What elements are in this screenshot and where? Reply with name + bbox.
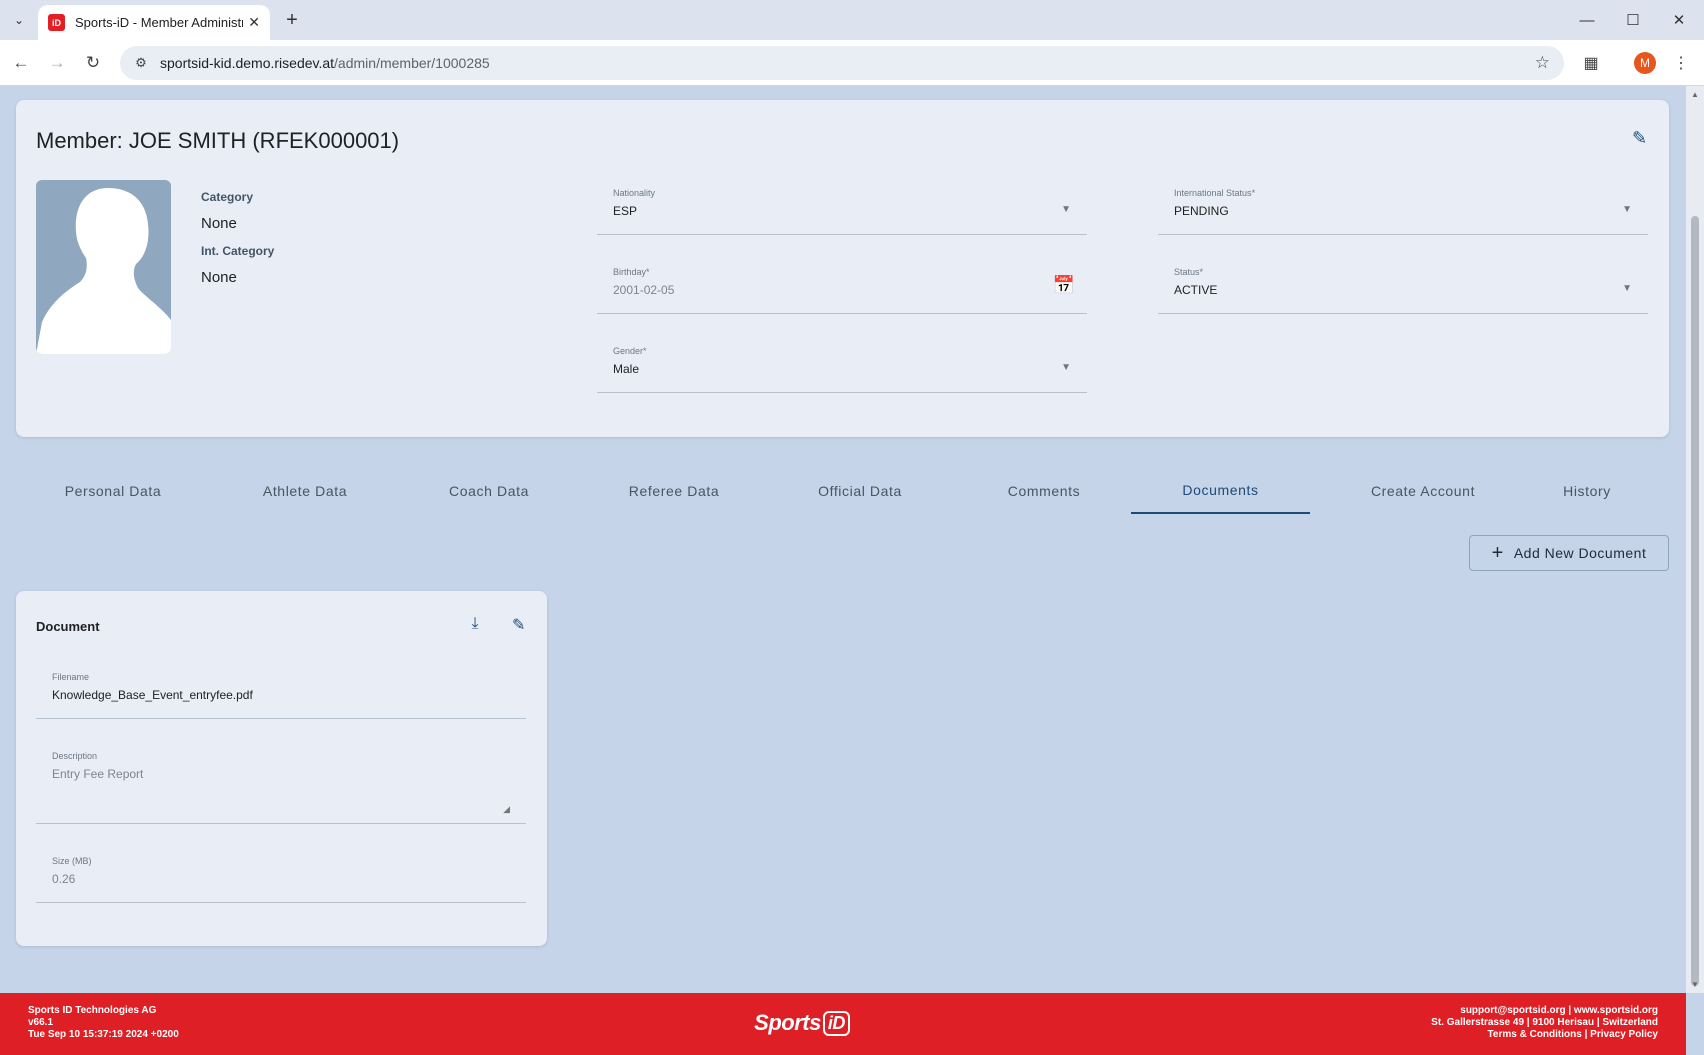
int-category-label: Int. Category xyxy=(201,244,275,258)
birthday-label: Birthday* xyxy=(613,267,650,277)
scroll-down-arrow-icon[interactable]: ▼ xyxy=(1691,980,1699,989)
tab-coach-data[interactable]: Coach Data xyxy=(412,468,566,514)
footer-company-info: Sports ID Technologies AG v66.1 Tue Sep … xyxy=(28,1005,179,1041)
page-scrollbar[interactable]: ▲ ▼ xyxy=(1686,86,1704,993)
status-select[interactable]: Status* ACTIVE ▼ xyxy=(1158,259,1648,314)
dropdown-arrow-icon[interactable]: ▼ xyxy=(1622,204,1632,215)
url-path: /admin/member/1000285 xyxy=(334,55,490,71)
favicon-icon: iD xyxy=(48,14,65,31)
resize-handle-icon[interactable]: ◢ xyxy=(503,804,510,815)
gender-label: Gender* xyxy=(613,346,647,356)
dropdown-arrow-icon[interactable]: ▼ xyxy=(1061,204,1071,215)
int-category-value: None xyxy=(201,269,237,286)
page-footer: Sports ID Technologies AG v66.1 Tue Sep … xyxy=(0,993,1686,1055)
silhouette-icon xyxy=(36,188,171,354)
minimize-window-button[interactable]: — xyxy=(1564,0,1610,40)
plus-icon: + xyxy=(1491,542,1504,564)
forward-button[interactable]: → xyxy=(42,48,72,78)
document-title: Document xyxy=(36,619,100,634)
footer-address: St. Gallerstrasse 49 | 9100 Herisau | Sw… xyxy=(1431,1017,1658,1028)
filename-field[interactable]: Filename Knowledge_Base_Event_entryfee.p… xyxy=(36,664,526,719)
browser-tab-strip: ⌄ iD Sports-iD - Member Administra ✕ + —… xyxy=(0,0,1704,40)
nationality-label: Nationality xyxy=(613,188,656,198)
browser-toolbar: ← → ↻ ⚙ sportsid-kid.demo.risedev.at/adm… xyxy=(0,40,1704,86)
url-text[interactable]: sportsid-kid.demo.risedev.at/admin/membe… xyxy=(160,55,490,71)
profile-avatar[interactable]: M xyxy=(1634,52,1656,74)
back-button[interactable]: ← xyxy=(6,48,36,78)
scrollbar-thumb[interactable] xyxy=(1691,216,1699,986)
filename-value: Knowledge_Base_Event_entryfee.pdf xyxy=(52,688,253,702)
international-status-select[interactable]: International Status* PENDING ▼ xyxy=(1158,180,1648,235)
member-avatar xyxy=(36,180,171,354)
sportsid-logo: Sports iD xyxy=(752,1007,852,1039)
nationality-select[interactable]: Nationality ESP ▼ xyxy=(597,180,1087,235)
tab-search-button[interactable]: ⌄ xyxy=(6,8,32,32)
footer-legal-links[interactable]: Terms & Conditions | Privacy Policy xyxy=(1431,1029,1658,1041)
tab-comments[interactable]: Comments xyxy=(967,468,1121,514)
category-label: Category xyxy=(201,190,254,204)
close-tab-icon[interactable]: ✕ xyxy=(248,14,260,31)
footer-contact-links[interactable]: support@sportsid.org | www.sportsid.org xyxy=(1431,1005,1658,1017)
browser-tab[interactable]: iD Sports-iD - Member Administra ✕ xyxy=(38,5,270,40)
site-info-icon[interactable]: ⚙ xyxy=(126,55,156,71)
logo-id: iD xyxy=(822,1010,850,1036)
status-label: Status* xyxy=(1174,267,1204,277)
footer-build-date: Tue Sep 10 15:37:19 2024 +0200 xyxy=(28,1029,179,1040)
add-new-document-label: Add New Document xyxy=(1513,545,1647,561)
size-label: Size (MB) xyxy=(52,856,92,866)
filename-label: Filename xyxy=(52,672,90,682)
download-icon[interactable]: ⤓ xyxy=(466,615,484,633)
gender-select[interactable]: Gender* Male ▼ xyxy=(597,338,1087,393)
tab-create-account[interactable]: Create Account xyxy=(1336,468,1510,514)
birthday-field[interactable]: Birthday* 2001-02-05 📅 xyxy=(597,259,1087,314)
gender-value: Male xyxy=(613,362,640,376)
bookmark-star-icon[interactable]: ☆ xyxy=(1535,53,1550,73)
member-header-card: Member: JOE SMITH (RFEK000001) ✎ Categor… xyxy=(16,100,1669,437)
size-field: Size (MB) 0.26 xyxy=(36,848,526,903)
footer-company: Sports ID Technologies AG xyxy=(28,1005,157,1016)
dropdown-arrow-icon[interactable]: ▼ xyxy=(1061,362,1071,373)
description-value: Entry Fee Report xyxy=(52,767,144,781)
scroll-up-arrow-icon[interactable]: ▲ xyxy=(1691,90,1699,99)
reload-button[interactable]: ↻ xyxy=(78,48,108,78)
browser-tab-title: Sports-iD - Member Administra xyxy=(75,15,243,30)
browser-menu-icon[interactable]: ⋮ xyxy=(1672,52,1690,74)
tab-history[interactable]: History xyxy=(1522,468,1652,514)
description-label: Description xyxy=(52,751,98,761)
logo-text: Sports xyxy=(754,1010,821,1035)
size-value: 0.26 xyxy=(52,872,76,886)
tab-athlete-data[interactable]: Athlete Data xyxy=(228,468,382,514)
birthday-value: 2001-02-05 xyxy=(613,283,675,297)
new-tab-button[interactable]: + xyxy=(280,8,304,32)
edit-document-pencil-icon[interactable]: ✎ xyxy=(512,615,525,635)
url-host: sportsid-kid.demo.risedev.at xyxy=(160,55,335,71)
international-status-value: PENDING xyxy=(1174,204,1229,218)
category-value: None xyxy=(201,215,237,232)
member-tabs: Personal Data Athlete Data Coach Data Re… xyxy=(16,468,1669,514)
footer-contact-info: support@sportsid.org | www.sportsid.org … xyxy=(1431,1005,1658,1041)
tab-official-data[interactable]: Official Data xyxy=(783,468,937,514)
nationality-value: ESP xyxy=(613,204,638,218)
extensions-icon[interactable]: ▦ xyxy=(1580,52,1602,74)
add-new-document-button[interactable]: + Add New Document xyxy=(1469,535,1669,571)
member-title: Member: JOE SMITH (RFEK000001) xyxy=(36,128,400,153)
tab-personal-data[interactable]: Personal Data xyxy=(36,468,190,514)
close-window-button[interactable]: ✕ xyxy=(1656,0,1702,40)
document-card: Document ⤓ ✎ Filename Knowledge_Base_Eve… xyxy=(16,591,547,946)
edit-member-pencil-icon[interactable]: ✎ xyxy=(1632,128,1647,149)
maximize-window-button[interactable]: ☐ xyxy=(1610,0,1656,40)
dropdown-arrow-icon[interactable]: ▼ xyxy=(1622,283,1632,294)
calendar-icon[interactable]: 📅 xyxy=(1053,275,1075,296)
status-value: ACTIVE xyxy=(1174,283,1218,297)
description-textarea[interactable]: Description Entry Fee Report ◢ xyxy=(36,743,526,824)
footer-version: v66.1 xyxy=(28,1017,54,1028)
international-status-label: International Status* xyxy=(1174,188,1256,198)
tab-referee-data[interactable]: Referee Data xyxy=(597,468,751,514)
address-bar[interactable]: ⚙ sportsid-kid.demo.risedev.at/admin/mem… xyxy=(120,46,1564,80)
tab-documents[interactable]: Documents xyxy=(1131,468,1310,514)
